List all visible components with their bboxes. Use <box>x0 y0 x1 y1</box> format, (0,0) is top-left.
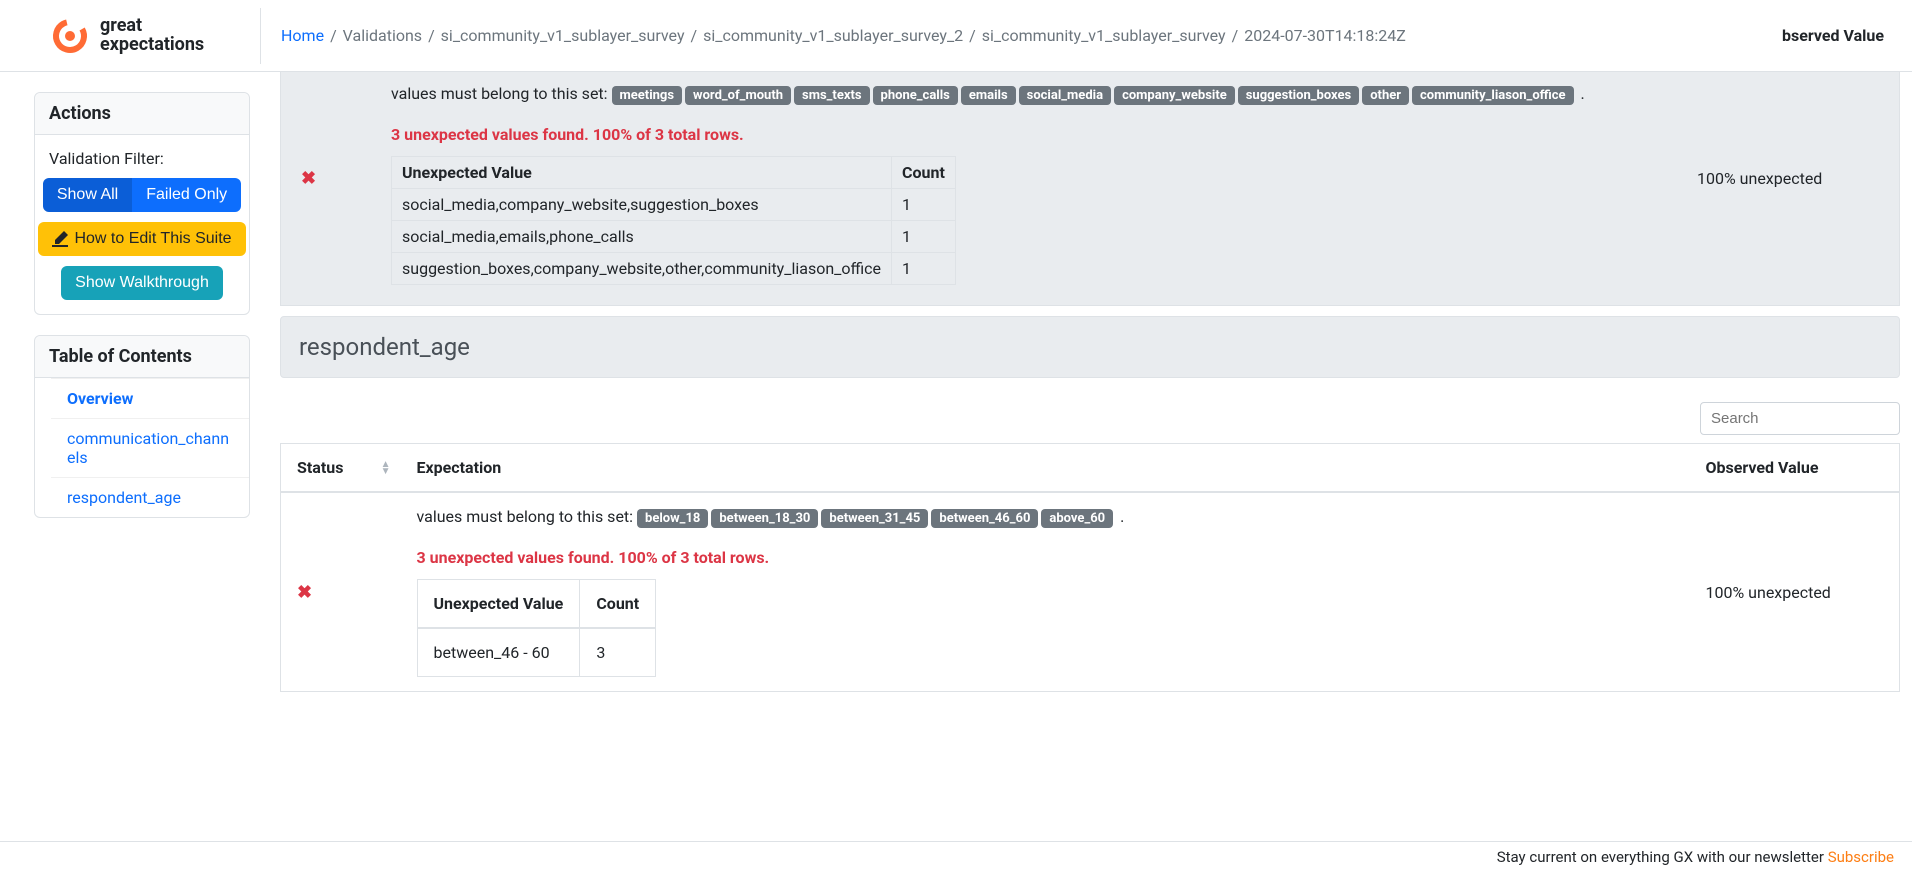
toc-respondent-age[interactable]: respondent_age <box>51 477 249 517</box>
breadcrumb-item: si_community_v1_sublayer_survey_2 <box>703 26 963 45</box>
show-walkthrough-button[interactable]: Show Walkthrough <box>61 266 223 300</box>
value-pill: social_media <box>1019 86 1111 105</box>
col-status[interactable]: Status ▲▼ <box>281 444 401 493</box>
sidebar: Actions Validation Filter: Show All Fail… <box>0 72 280 712</box>
toc-communication-channels[interactable]: communication_channels <box>51 418 249 477</box>
value-pill: between_46_60 <box>931 509 1038 528</box>
actions-title: Actions <box>35 93 249 135</box>
search-input[interactable] <box>1700 402 1900 435</box>
error-summary: 3 unexpected values found. 100% of 3 tot… <box>417 548 1674 567</box>
value-pill: suggestion_boxes <box>1238 86 1359 105</box>
breadcrumb-item: Validations <box>343 26 422 45</box>
observed-value-cell: 100% unexpected <box>1685 72 1885 285</box>
logo-text: great expectations <box>100 17 204 55</box>
table-row: suggestion_boxes,company_website,other,c… <box>392 253 956 285</box>
status-cell: ✖ <box>281 492 401 692</box>
observed-value-header-fragment: bserved Value <box>1782 26 1912 45</box>
table-row: ✖ values must belong to this set: below_… <box>281 492 1900 692</box>
actions-card: Actions Validation Filter: Show All Fail… <box>34 92 250 315</box>
value-pill: other <box>1362 86 1409 105</box>
topbar: great expectations Home / Validations / … <box>0 0 1912 72</box>
logo-text-line1: great <box>100 17 204 36</box>
expectation-cell: values must belong to this set: meetings… <box>391 72 1685 285</box>
value-pill: below_18 <box>637 509 708 528</box>
sort-icon: ▲▼ <box>381 461 391 475</box>
table-row: social_media,emails,phone_calls1 <box>392 221 956 253</box>
value-pill: between_31_45 <box>821 509 928 528</box>
section-respondent-age-title: respondent_age <box>280 316 1900 378</box>
how-to-edit-button[interactable]: How to Edit This Suite <box>38 222 245 256</box>
subscribe-link[interactable]: Subscribe <box>1828 848 1894 866</box>
breadcrumb-item: 2024-07-30T14:18:24Z <box>1244 26 1406 45</box>
how-to-edit-label: How to Edit This Suite <box>74 230 231 248</box>
value-set-statement: values must belong to this set: meetings… <box>391 84 1667 109</box>
observed-value-cell: 100% unexpected <box>1690 492 1900 692</box>
validation-filter-label: Validation Filter: <box>49 149 235 168</box>
value-set-prefix: values must belong to this set: <box>417 507 638 526</box>
breadcrumb-item: si_community_v1_sublayer_survey <box>441 26 685 45</box>
table-row: between_46 - 603 <box>417 628 656 677</box>
value-pill: above_60 <box>1041 509 1113 528</box>
value-pill: phone_calls <box>873 86 958 105</box>
edit-icon <box>52 231 68 247</box>
value-pill: company_website <box>1114 86 1235 105</box>
main: ✖ values must belong to this set: meetin… <box>280 72 1912 712</box>
unexpected-values-table: Unexpected Value Count social_media,comp… <box>391 156 956 285</box>
logo-text-line2: expectations <box>100 36 204 55</box>
expectations-table: Status ▲▼ Expectation Observed Value ✖ v… <box>280 443 1900 692</box>
fail-icon: ✖ <box>301 168 316 189</box>
value-pill: meetings <box>612 86 683 105</box>
value-pill: between_18_30 <box>711 509 818 528</box>
toc-overview[interactable]: Overview <box>51 378 249 418</box>
failed-only-button[interactable]: Failed Only <box>132 178 241 212</box>
fail-icon: ✖ <box>297 582 312 603</box>
col-count: Count <box>892 157 956 189</box>
value-pill: emails <box>961 86 1016 105</box>
expectation-block-communication-channels: ✖ values must belong to this set: meetin… <box>280 72 1900 306</box>
footer-text: Stay current on everything GX with our n… <box>1497 848 1828 866</box>
value-pill: word_of_mouth <box>685 86 791 105</box>
unexpected-values-table: Unexpected Value Count between_46 - 603 <box>417 579 657 677</box>
col-unexpected-value: Unexpected Value <box>417 580 580 629</box>
value-pill: sms_texts <box>794 86 870 105</box>
value-pill: community_liason_office <box>1412 86 1574 105</box>
col-count: Count <box>580 580 656 629</box>
toc-title: Table of Contents <box>35 336 249 378</box>
value-set-statement: values must belong to this set: below_18… <box>417 507 1674 532</box>
breadcrumb-item: si_community_v1_sublayer_survey <box>982 26 1226 45</box>
expectation-cell: values must belong to this set: below_18… <box>401 492 1690 692</box>
col-observed-value[interactable]: Observed Value <box>1690 444 1900 493</box>
col-expectation[interactable]: Expectation <box>401 444 1690 493</box>
logo[interactable]: great expectations <box>0 16 260 56</box>
table-row: social_media,company_website,suggestion_… <box>392 189 956 221</box>
toc-card: Table of Contents Overview communication… <box>34 335 250 518</box>
breadcrumb-home[interactable]: Home <box>281 26 324 45</box>
error-summary: 3 unexpected values found. 100% of 3 tot… <box>391 125 1667 144</box>
validation-filter-group: Show All Failed Only <box>43 178 241 212</box>
col-unexpected-value: Unexpected Value <box>392 157 892 189</box>
status-cell: ✖ <box>295 72 391 285</box>
value-set-prefix: values must belong to this set: <box>391 84 612 103</box>
show-all-button[interactable]: Show All <box>43 178 132 212</box>
breadcrumb: Home / Validations / si_community_v1_sub… <box>260 8 1782 64</box>
footer: Stay current on everything GX with our n… <box>0 841 1912 872</box>
logo-icon <box>50 16 90 56</box>
